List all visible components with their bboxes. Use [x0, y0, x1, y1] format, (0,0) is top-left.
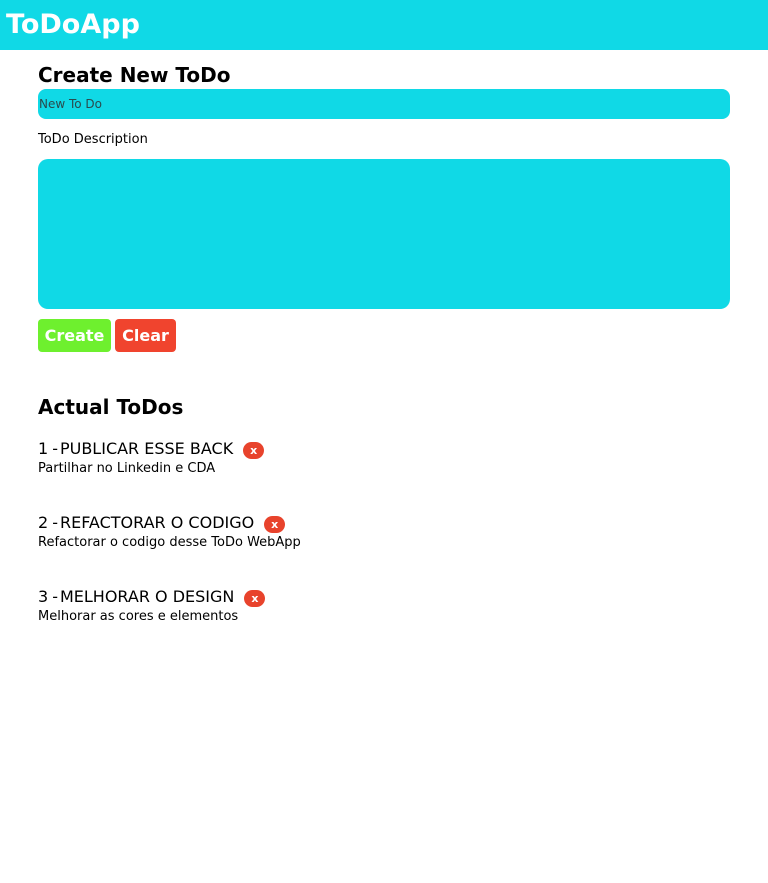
todo-title: MELHORAR O DESIGN — [59, 587, 235, 606]
todo-separator: - — [52, 439, 58, 458]
todo-number: 2 — [38, 513, 49, 532]
todo-description: Refactorar o codigo desse ToDo WebApp — [38, 535, 301, 550]
delete-todo-button[interactable]: x — [243, 442, 265, 459]
todo-item-header: 3 - MELHORAR O DESIGN x — [38, 586, 738, 608]
todo-item: 2 - REFACTORAR O CODIGO x Refactorar o c… — [38, 512, 738, 552]
todo-title-input[interactable] — [38, 89, 730, 119]
todo-item-header: 2 - REFACTORAR O CODIGO x — [38, 512, 738, 534]
todos-heading: Actual ToDos — [38, 395, 184, 419]
todo-number: 3 — [38, 587, 49, 606]
todo-separator: - — [52, 513, 58, 532]
delete-todo-button[interactable]: x — [244, 590, 266, 607]
todo-separator: - — [52, 587, 58, 606]
todo-description: Partilhar no Linkedin e CDA — [38, 461, 216, 476]
todo-number: 1 — [38, 439, 49, 458]
todo-description: Melhorar as cores e elementos — [38, 609, 239, 624]
todo-item: 1 - PUBLICAR ESSE BACK x Partilhar no Li… — [38, 438, 738, 478]
todo-description-textarea[interactable] — [38, 159, 730, 309]
todo-title: REFACTORAR O CODIGO — [59, 513, 255, 532]
app-title: ToDoApp — [6, 9, 140, 40]
todo-item: 3 - MELHORAR O DESIGN x Melhorar as core… — [38, 586, 738, 626]
todo-title: PUBLICAR ESSE BACK — [59, 439, 234, 458]
todo-item-header: 1 - PUBLICAR ESSE BACK x — [38, 438, 738, 460]
description-label: ToDo Description — [38, 132, 148, 147]
delete-todo-button[interactable]: x — [264, 516, 286, 533]
create-heading: Create New ToDo — [38, 63, 231, 87]
create-button[interactable]: Create — [38, 319, 111, 352]
clear-button[interactable]: Clear — [115, 319, 176, 352]
top-bar: ToDoApp — [0, 0, 768, 50]
